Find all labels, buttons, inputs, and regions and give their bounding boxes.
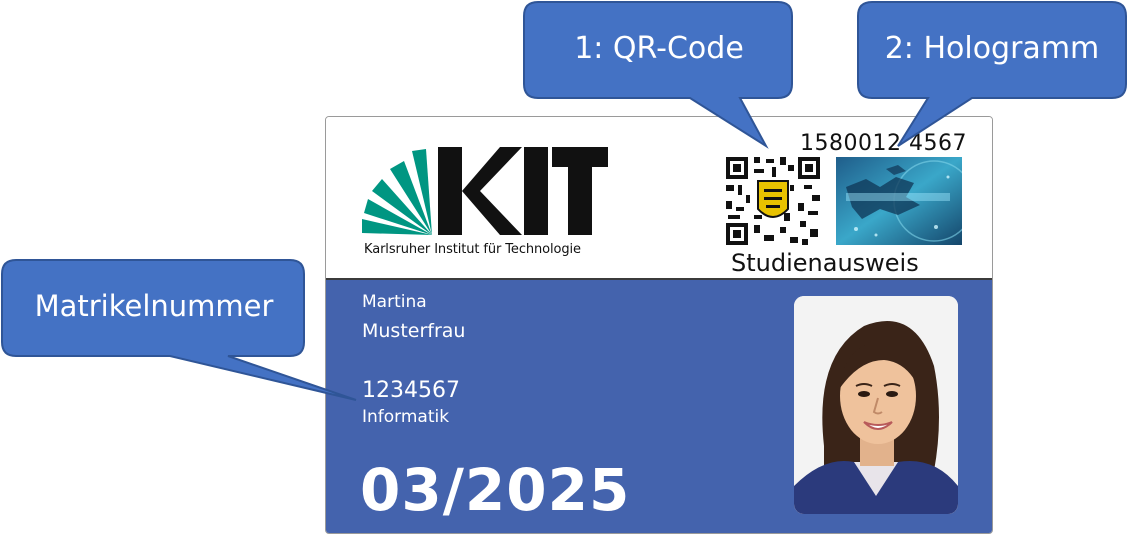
hologram-callout-bubble — [857, 1, 1127, 147]
matrikel-callout-bubble — [1, 259, 357, 401]
callout-layer — [1, 1, 1127, 401]
qr-callout-bubble — [523, 1, 793, 149]
matrikel-callout-label: Matrikelnummer — [34, 289, 274, 323]
qr-callout-label: 1: QR-Code — [574, 31, 744, 66]
hologram-callout-label: 2: Hologramm — [884, 31, 1100, 66]
